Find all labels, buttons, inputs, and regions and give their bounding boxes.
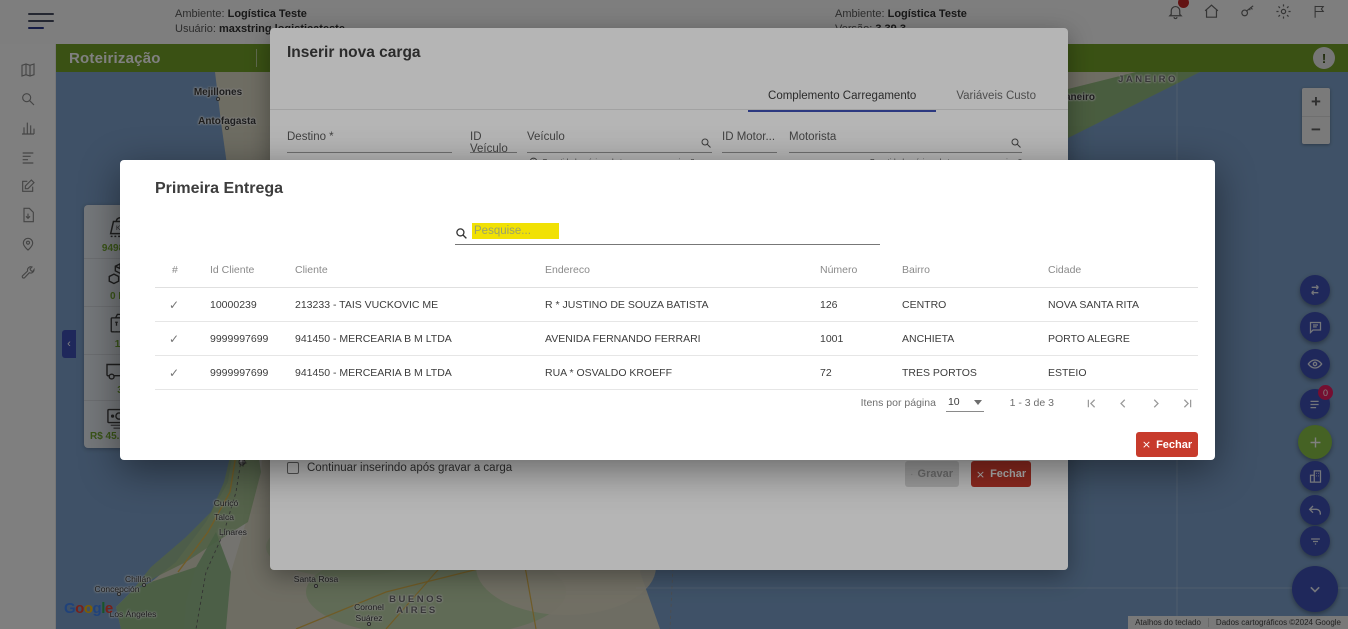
first-delivery-modal: Primeira Entrega Pesquise... # Id Client… bbox=[120, 160, 1215, 460]
table-cell: NOVA SANTA RITA bbox=[1048, 299, 1198, 311]
table-row[interactable]: ✓9999997699941450 - MERCEARIA B M LTDAAV… bbox=[155, 322, 1198, 356]
pagination-bar: Itens por página 10 1 - 3 de 3 bbox=[861, 392, 1198, 414]
table-cell: 72 bbox=[820, 367, 902, 379]
row-check-icon: ✓ bbox=[155, 298, 210, 312]
row-check-icon: ✓ bbox=[155, 332, 210, 346]
table-cell: RUA * OSVALDO KROEFF bbox=[545, 367, 820, 379]
table-cell: 1001 bbox=[820, 333, 902, 345]
table-row[interactable]: ✓9999997699941450 - MERCEARIA B M LTDARU… bbox=[155, 356, 1198, 390]
row-check-icon: ✓ bbox=[155, 366, 210, 380]
table-cell: 213233 - TAIS VUCKOVIC ME bbox=[295, 299, 545, 311]
pagination-range: 1 - 3 de 3 bbox=[1010, 397, 1054, 409]
column-header: Número bbox=[820, 264, 902, 276]
table-row[interactable]: ✓10000239213233 - TAIS VUCKOVIC MER * JU… bbox=[155, 288, 1198, 322]
table-cell: 9999997699 bbox=[210, 367, 295, 379]
table-body: ✓10000239213233 - TAIS VUCKOVIC MER * JU… bbox=[155, 288, 1198, 390]
modal-title: Primeira Entrega bbox=[155, 180, 283, 198]
column-header: Cidade bbox=[1048, 264, 1198, 276]
table-cell: AVENIDA FERNANDO FERRARI bbox=[545, 333, 820, 345]
first-page-button[interactable] bbox=[1080, 392, 1102, 414]
items-per-page-label: Itens por página bbox=[861, 397, 936, 409]
search-icon bbox=[455, 227, 468, 240]
table-cell: 10000239 bbox=[210, 299, 295, 311]
table-cell: TRES PORTOS bbox=[902, 367, 1048, 379]
table-cell: 941450 - MERCEARIA B M LTDA bbox=[295, 367, 545, 379]
previous-page-button[interactable] bbox=[1112, 392, 1134, 414]
search-input[interactable] bbox=[473, 220, 873, 242]
column-header: Id Cliente bbox=[210, 264, 295, 276]
column-header: Bairro bbox=[902, 264, 1048, 276]
table-cell: 9999997699 bbox=[210, 333, 295, 345]
dropdown-caret-icon bbox=[974, 400, 982, 405]
items-per-page-select[interactable]: 10 bbox=[946, 394, 984, 412]
column-header: # bbox=[155, 264, 210, 276]
next-page-button[interactable] bbox=[1144, 392, 1166, 414]
table-cell: 941450 - MERCEARIA B M LTDA bbox=[295, 333, 545, 345]
close-icon: × bbox=[1142, 438, 1151, 451]
delivery-table: # Id Cliente Cliente Endereco Número Bai… bbox=[155, 252, 1198, 390]
table-cell: ESTEIO bbox=[1048, 367, 1198, 379]
last-page-button[interactable] bbox=[1176, 392, 1198, 414]
table-header: # Id Cliente Cliente Endereco Número Bai… bbox=[155, 252, 1198, 288]
close-button[interactable]: × Fechar bbox=[1136, 432, 1198, 457]
table-cell: CENTRO bbox=[902, 299, 1048, 311]
column-header: Endereco bbox=[545, 264, 820, 276]
app-screen: Ambiente: Logística Teste Usuário: maxst… bbox=[0, 0, 1348, 629]
column-header: Cliente bbox=[295, 264, 545, 276]
table-cell: 126 bbox=[820, 299, 902, 311]
search-field: Pesquise... bbox=[455, 220, 880, 245]
table-cell: PORTO ALEGRE bbox=[1048, 333, 1198, 345]
table-cell: R * JUSTINO DE SOUZA BATISTA bbox=[545, 299, 820, 311]
table-cell: ANCHIETA bbox=[902, 333, 1048, 345]
